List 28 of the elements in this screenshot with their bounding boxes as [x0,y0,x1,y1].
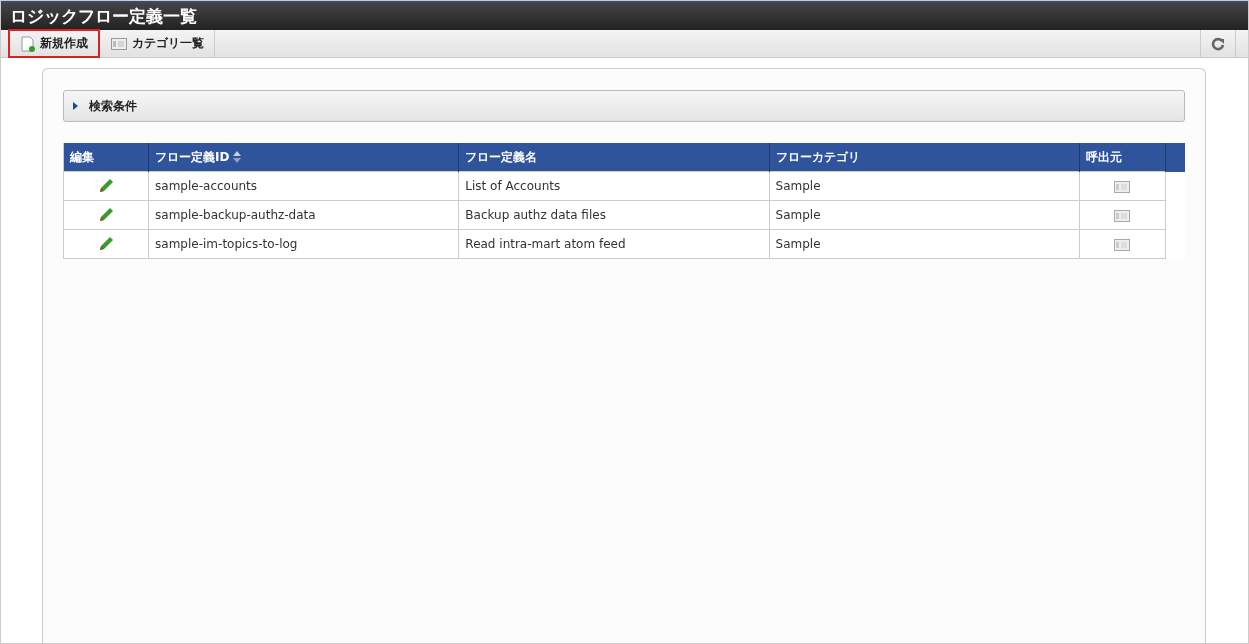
column-header: フローカテゴリ [769,143,1080,172]
table-cell: Sample [769,229,1080,259]
toolbar-button[interactable]: 新規作成 [9,30,99,57]
pencil-icon[interactable] [98,207,115,223]
header-filler [1165,143,1185,172]
pencil-icon[interactable] [98,236,115,252]
table-cell: List of Accounts [458,171,770,201]
table-cell: sample-im-topics-to-log [148,229,459,259]
toolbar-button[interactable]: カテゴリ一覧 [99,30,215,57]
column-header: 呼出元 [1079,143,1166,172]
column-header: フロー定義名 [458,143,770,172]
sort-icon [232,151,241,163]
window-title: ロジックフロー定義一覧 [10,5,197,28]
pencil-icon[interactable] [98,178,115,194]
refresh-button[interactable] [1200,30,1236,57]
list-icon [111,37,127,50]
table-cell: sample-accounts [148,171,459,201]
column-header[interactable]: フロー定義ID [148,143,459,172]
table-cell: Read intra-mart atom feed [458,229,770,259]
column-header: 編集 [63,143,149,172]
refresh-icon [1211,36,1225,51]
triangle-icon [73,102,79,110]
table-cell: Sample [769,200,1080,230]
table-cell: Sample [769,171,1080,201]
new-document-icon [21,35,35,52]
search-conditions-toggle[interactable]: 検索条件 [63,90,1185,122]
table-cell: sample-backup-authz-data [148,200,459,230]
table-cell: Backup authz data files [458,200,770,230]
